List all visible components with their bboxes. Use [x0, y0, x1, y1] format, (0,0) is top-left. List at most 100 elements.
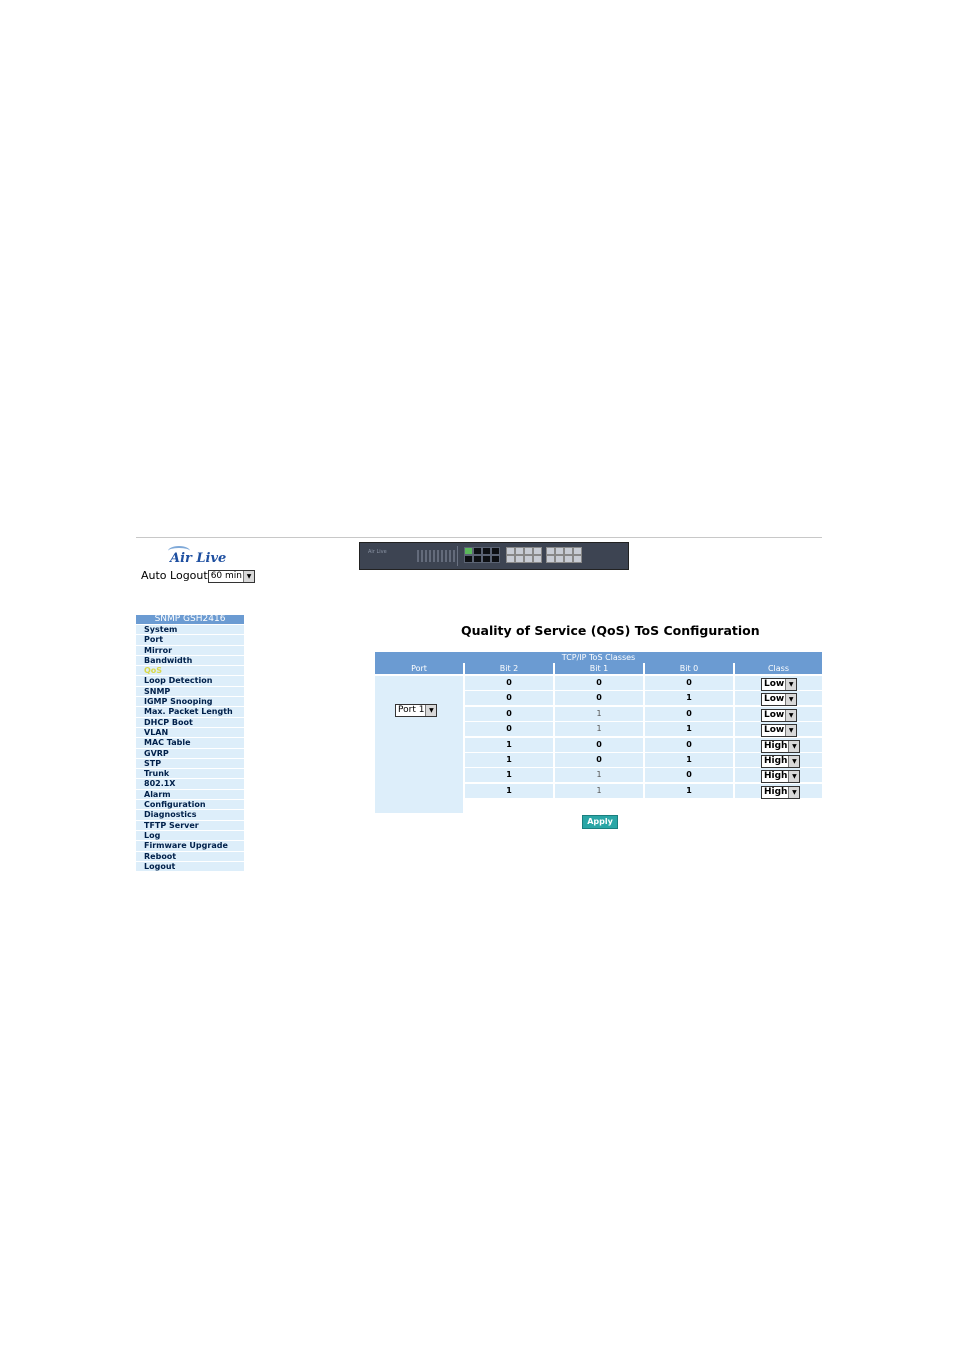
table-cell-bit1: 0	[555, 676, 643, 690]
class-select[interactable]: Low ▼	[761, 724, 798, 738]
table-cell-bit1: 0	[555, 753, 643, 767]
sidebar-item-diagnostics[interactable]: Diagnostics	[136, 810, 244, 821]
switch-port-icon	[533, 547, 542, 555]
sidebar-item-gvrp[interactable]: GVRP	[136, 748, 244, 759]
sidebar-item-reboot[interactable]: Reboot	[136, 851, 244, 862]
class-select[interactable]: High ▼	[761, 770, 801, 784]
table-cell-bit0: 1	[645, 722, 733, 737]
table-cell-bit1: 1	[555, 706, 643, 721]
port-select-value: Port 1	[398, 705, 425, 715]
table-cell-class: High ▼	[735, 783, 822, 799]
table-cell-bit1: 0	[555, 737, 643, 752]
class-select[interactable]: Low ▼	[761, 708, 798, 722]
sidebar-item-qos[interactable]: QoS	[136, 666, 244, 677]
auto-logout-value: 60 min	[210, 570, 242, 581]
class-select[interactable]: Low ▼	[761, 678, 798, 691]
switch-port-icon	[491, 547, 500, 555]
table-cell-bit0: 1	[645, 783, 733, 798]
table-cell-bit0: 1	[645, 691, 733, 706]
table-cell-bit1: 1	[555, 783, 643, 798]
switch-port-icon	[506, 555, 515, 563]
sidebar-menu: SNMP GSH2416 System Port Mirror Bandwidth Qo…	[136, 615, 244, 873]
auto-logout-label: Auto Logout	[141, 569, 208, 582]
sidebar-item-vlan[interactable]: VLAN	[136, 727, 244, 739]
sidebar-item-stp[interactable]: STP	[136, 758, 244, 770]
switch-port-icon	[524, 547, 533, 555]
switch-port-icon	[573, 555, 582, 563]
table-cell-class: Low ▼	[735, 691, 822, 707]
sidebar-item-alarm[interactable]: Alarm	[136, 789, 244, 801]
sidebar-item-logout[interactable]: Logout	[136, 861, 244, 873]
table-cell-class: High ▼	[735, 737, 822, 753]
switch-port-icon	[473, 547, 482, 555]
port-select[interactable]: Port 1 ▼	[395, 704, 438, 717]
auto-logout: Auto Logout 60 min ▼	[141, 569, 255, 583]
column-header-bit-2: Bit 2	[465, 663, 553, 674]
table-cell-class: High ▼	[735, 753, 822, 768]
chevron-down-icon: ▼	[785, 725, 797, 737]
class-select[interactable]: High ▼	[761, 739, 801, 753]
sidebar-item-mirror[interactable]: Mirror	[136, 645, 244, 656]
sidebar-item-loop-detection[interactable]: Loop Detection	[136, 676, 244, 687]
switch-port-icon	[555, 547, 564, 555]
chevron-down-icon: ▼	[785, 694, 797, 706]
table-cell-bit2: 1	[465, 768, 553, 783]
class-select-value: High	[764, 756, 788, 766]
chevron-down-icon: ▼	[425, 705, 437, 716]
sidebar-header: SNMP GSH2416	[136, 615, 244, 625]
class-select[interactable]: High ▼	[761, 785, 801, 799]
sidebar-item-snmp[interactable]: SNMP	[136, 686, 244, 698]
port-column: Port 1 ▼	[375, 676, 463, 813]
sidebar-item-trunk[interactable]: Trunk	[136, 769, 244, 780]
table-cell-bit0: 0	[645, 676, 733, 690]
led-indicators	[417, 550, 455, 562]
sidebar-item-firmware-upgrade[interactable]: Firmware Upgrade	[136, 841, 244, 852]
table-cell-bit2: 0	[465, 722, 553, 737]
switch-panel-image: Air Live	[359, 542, 629, 570]
sidebar-item-802-1x[interactable]: 802.1X	[136, 779, 244, 790]
table-cell-class: Low ▼	[735, 722, 822, 738]
tos-table: TCP/IP ToS Classes Port 1 ▼ Port Bit 2 Bit …	[375, 652, 822, 815]
sidebar-item-tftp-server[interactable]: TFTP Server	[136, 820, 244, 831]
sidebar-item-dhcp-boot[interactable]: DHCP Boot	[136, 717, 244, 728]
table-cell-bit2: 1	[465, 737, 553, 752]
switch-port-icon	[573, 547, 582, 555]
table-cell-bit1: 1	[555, 722, 643, 737]
table-cell-bit0: 0	[645, 768, 733, 783]
switch-port-icon	[524, 555, 533, 563]
sidebar-item-log[interactable]: Log	[136, 830, 244, 842]
chevron-down-icon: ▼	[785, 679, 797, 690]
sidebar-item-bandwidth[interactable]: Bandwidth	[136, 655, 244, 667]
class-select-value: High	[764, 740, 788, 751]
sidebar-item-igmp-snooping[interactable]: IGMP Snooping	[136, 697, 244, 708]
switch-port-icon	[482, 555, 491, 563]
class-select-value: High	[764, 771, 788, 782]
auto-logout-select[interactable]: 60 min ▼	[207, 569, 255, 583]
table-cell-bit0: 0	[645, 737, 733, 752]
table-cell-bit2: 0	[465, 706, 553, 721]
switch-port-icon	[564, 555, 573, 563]
switch-port-icon	[473, 555, 482, 563]
table-cell-bit2: 0	[465, 676, 553, 690]
table-caption: TCP/IP ToS Classes	[375, 652, 822, 663]
switch-port-icon	[533, 555, 542, 563]
chevron-down-icon: ▼	[788, 740, 800, 752]
class-select[interactable]: Low ▼	[761, 693, 798, 707]
class-select-value: Low	[764, 679, 785, 689]
switch-port-icon	[555, 555, 564, 563]
column-header-bit-0: Bit 0	[645, 663, 733, 674]
switch-port-icon	[515, 547, 524, 555]
class-select-value: Low	[764, 709, 785, 720]
switch-port-icon	[491, 555, 500, 563]
switch-port-icon	[464, 547, 473, 555]
table-cell-bit2: 1	[465, 753, 553, 767]
sidebar-item-configuration[interactable]: Configuration	[136, 800, 244, 811]
apply-button[interactable]: Apply	[582, 815, 618, 829]
class-select[interactable]: High ▼	[761, 755, 801, 768]
sidebar-item-system[interactable]: System	[136, 625, 244, 636]
sidebar-item-max-packet-length[interactable]: Max. Packet Length	[136, 707, 244, 718]
column-header-class: Class	[735, 663, 822, 674]
sidebar-item-mac-table[interactable]: MAC Table	[136, 738, 244, 749]
sidebar-item-port[interactable]: Port	[136, 635, 244, 646]
column-header-port: Port	[375, 663, 463, 674]
